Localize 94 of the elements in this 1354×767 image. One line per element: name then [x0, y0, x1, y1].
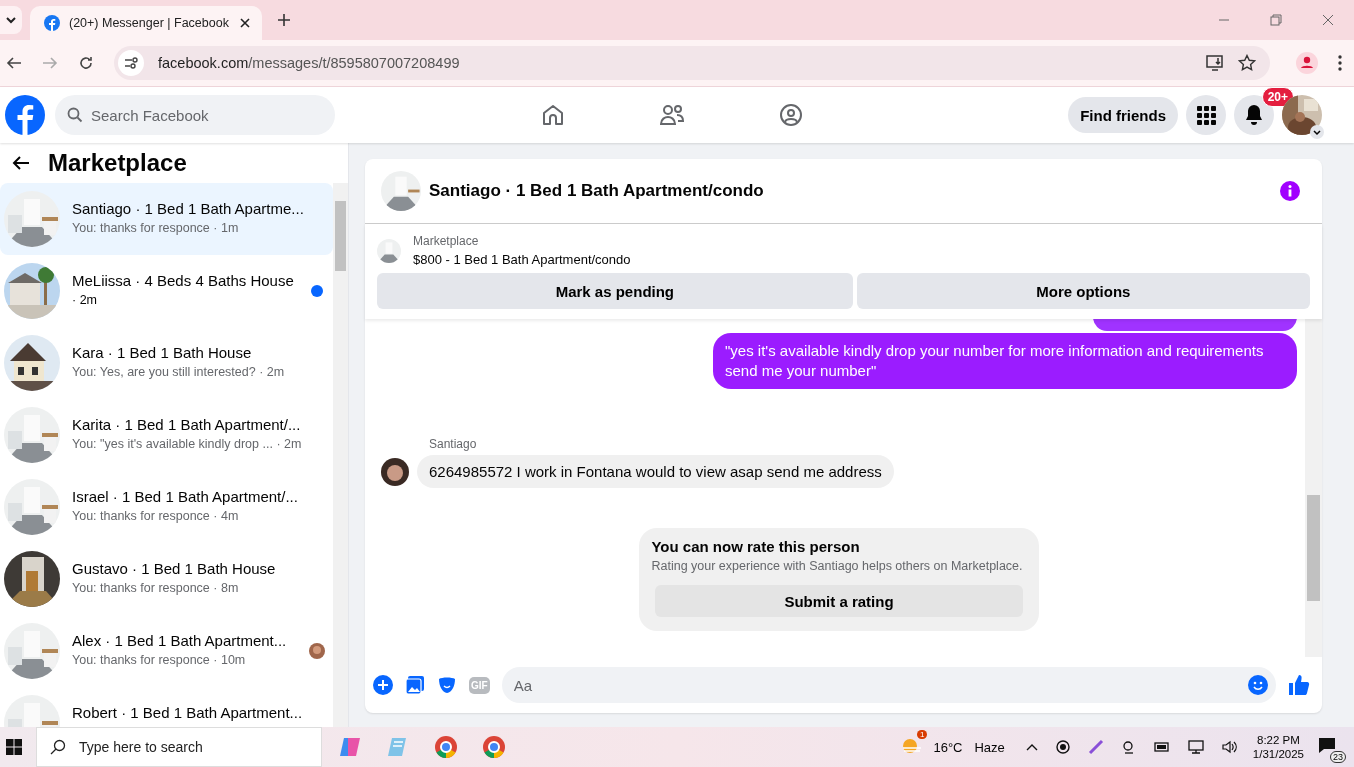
taskbar-search-field[interactable]: Type here to search	[36, 727, 322, 767]
close-icon[interactable]	[240, 18, 250, 28]
notification-count: 23	[1330, 751, 1346, 763]
scrollbar[interactable]	[1305, 319, 1322, 657]
message-bubble: "yes it's available kindly drop your number for more information and requirements send me your number"	[713, 333, 1297, 389]
rating-text: Rating your experience with Santiago helps others on Marketplace.	[651, 559, 1023, 573]
windows-start-icon[interactable]	[6, 739, 22, 755]
sidebar-title: Marketplace	[48, 149, 187, 177]
conversation-item[interactable]: MeLiissa · 4 Beds 4 Baths House · 2m	[0, 255, 333, 327]
sender-name: Santiago	[429, 437, 478, 451]
conversation-title: Israel · 1 Bed 1 Bath Apartment/...	[72, 488, 299, 505]
conversation-title: Karita · 1 Bed 1 Bath Apartment/...	[72, 416, 302, 433]
menu-button[interactable]	[1186, 95, 1226, 135]
conversation-preview: You: thanks for responce · 8m	[72, 581, 240, 595]
conversation-preview: You: thanks for responce · 4m	[72, 509, 240, 523]
record-icon[interactable]	[1055, 740, 1070, 754]
conversation-item[interactable]: Karita · 1 Bed 1 Bath Apartment/... You: "yes it's available kindly drop ... · 2m	[0, 399, 333, 471]
plus-icon[interactable]	[373, 675, 393, 695]
conversation-preview: · 2m	[72, 293, 98, 307]
conversation-title: Alex · 1 Bed 1 Bath Apartment...	[72, 632, 288, 649]
message-input[interactable]: Aa	[501, 667, 1276, 703]
back-arrow-icon[interactable]	[12, 155, 30, 171]
conversation-title: MeLiissa · 4 Beds 4 Baths House	[72, 272, 295, 289]
conversation-preview: You: "yes it's available kindly drop ... · 2m	[72, 437, 303, 451]
scrollbar[interactable]	[333, 183, 348, 727]
conversation-item[interactable]: Israel · 1 Bed 1 Bath Apartment/... You: thanks for responce · 4m	[0, 471, 333, 543]
pen-icon[interactable]	[1087, 739, 1104, 755]
home-icon[interactable]	[541, 103, 565, 127]
chrome-icon[interactable]	[434, 735, 458, 759]
groups-icon[interactable]	[779, 103, 803, 127]
browser-tab[interactable]: (20+) Messenger | Facebook	[30, 6, 262, 40]
network-icon[interactable]	[1187, 740, 1204, 754]
friends-icon[interactable]	[659, 103, 685, 127]
avatar-icon	[381, 457, 409, 486]
search-icon	[67, 107, 83, 123]
facebook-logo[interactable]	[5, 95, 45, 135]
message-bubble: 6264985572 I work in Fontana would to view asap send me address	[417, 455, 894, 488]
weather-icon[interactable]	[901, 736, 924, 754]
find-friends-button[interactable]: Find friends	[1068, 97, 1178, 133]
back-icon[interactable]	[6, 55, 22, 71]
sticker-icon[interactable]	[437, 675, 457, 695]
reload-icon[interactable]	[78, 55, 94, 71]
chevron-down-icon	[5, 14, 17, 26]
profile-icon[interactable]	[1296, 52, 1318, 74]
weather-badge: 1	[916, 730, 928, 739]
rating-title: You can now rate this person	[651, 538, 861, 555]
listing-action-button[interactable]: More options	[856, 273, 1310, 309]
tab-list-button[interactable]	[0, 6, 22, 34]
conversation-item[interactable]: Alex · 1 Bed 1 Bath Apartment... You: thanks for responce · 10m	[0, 615, 333, 687]
grid-icon	[1196, 105, 1216, 125]
weather-condition: Haze	[974, 739, 1005, 755]
battery-icon[interactable]	[1153, 741, 1170, 753]
clock-time: 8:22 PM	[1257, 734, 1300, 746]
bell-icon	[1244, 104, 1264, 126]
notification-center-icon[interactable]	[1318, 737, 1336, 753]
thumbs-up-icon[interactable]	[1288, 674, 1310, 696]
temperature-text: 16°C	[933, 739, 963, 755]
volume-icon[interactable]	[1221, 740, 1238, 754]
conversation-preview: You: Yes, are you still interested? · 2m	[72, 365, 286, 379]
listing-title: $800 - 1 Bed 1 Bath Apartment/condo	[413, 252, 631, 267]
conversation-title: Robert · 1 Bed 1 Bath Apartment...	[72, 704, 304, 721]
listing-label: Marketplace	[413, 234, 480, 248]
site-settings-icon[interactable]	[118, 50, 144, 76]
conversation-item[interactable]: Santiago · 1 Bed 1 Bath Apartme... You: thanks for responce · 1m	[0, 183, 333, 255]
chat-title: Santiago · 1 Bed 1 Bath Apartment/condo	[429, 181, 764, 201]
conversation-item[interactable]: Kara · 1 Bed 1 Bath House You: Yes, are you still interested? · 2m	[0, 327, 333, 399]
conversation-title: Gustavo · 1 Bed 1 Bath House	[72, 560, 277, 577]
listing-action-button[interactable]: Mark as pending	[377, 273, 853, 309]
chrome-icon[interactable]	[482, 735, 506, 759]
browser-menu-icon[interactable]	[1338, 55, 1342, 71]
info-icon[interactable]	[1280, 181, 1300, 201]
install-app-icon[interactable]	[1206, 54, 1224, 72]
photo-icon[interactable]	[405, 675, 425, 695]
url-text: facebook.com/messages/t/8595807007208499	[158, 55, 460, 71]
search-icon	[50, 739, 66, 755]
conversation-preview: You: thanks for responce · 10m	[72, 653, 247, 667]
tab-title: (20+) Messenger | Facebook	[69, 16, 230, 30]
camera-icon[interactable]	[1121, 740, 1136, 754]
emoji-icon[interactable]	[1248, 675, 1268, 695]
facebook-icon	[44, 15, 60, 31]
conversation-preview: You: thanks for responce · 1m	[72, 221, 240, 235]
clock-date: 1/31/2025	[1252, 748, 1304, 760]
bookmark-star-icon[interactable]	[1238, 54, 1256, 72]
address-bar[interactable]: facebook.com/messages/t/8595807007208499	[114, 46, 1270, 80]
search-field[interactable]: Search Facebook	[55, 95, 335, 135]
conversation-title: Santiago · 1 Bed 1 Bath Apartme...	[72, 200, 305, 217]
conversation-item[interactable]: Gustavo · 1 Bed 1 Bath House You: thanks for responce · 8m	[0, 543, 333, 615]
new-tab-icon[interactable]	[278, 14, 290, 26]
chevron-down-icon[interactable]	[1310, 125, 1324, 139]
submit-rating-button[interactable]: Submit a rating	[655, 585, 1023, 617]
conversation-title: Kara · 1 Bed 1 Bath House	[72, 344, 253, 361]
copilot-icon[interactable]	[338, 735, 362, 759]
restore-icon[interactable]	[1270, 14, 1282, 26]
chevron-up-icon[interactable]	[1025, 743, 1038, 751]
